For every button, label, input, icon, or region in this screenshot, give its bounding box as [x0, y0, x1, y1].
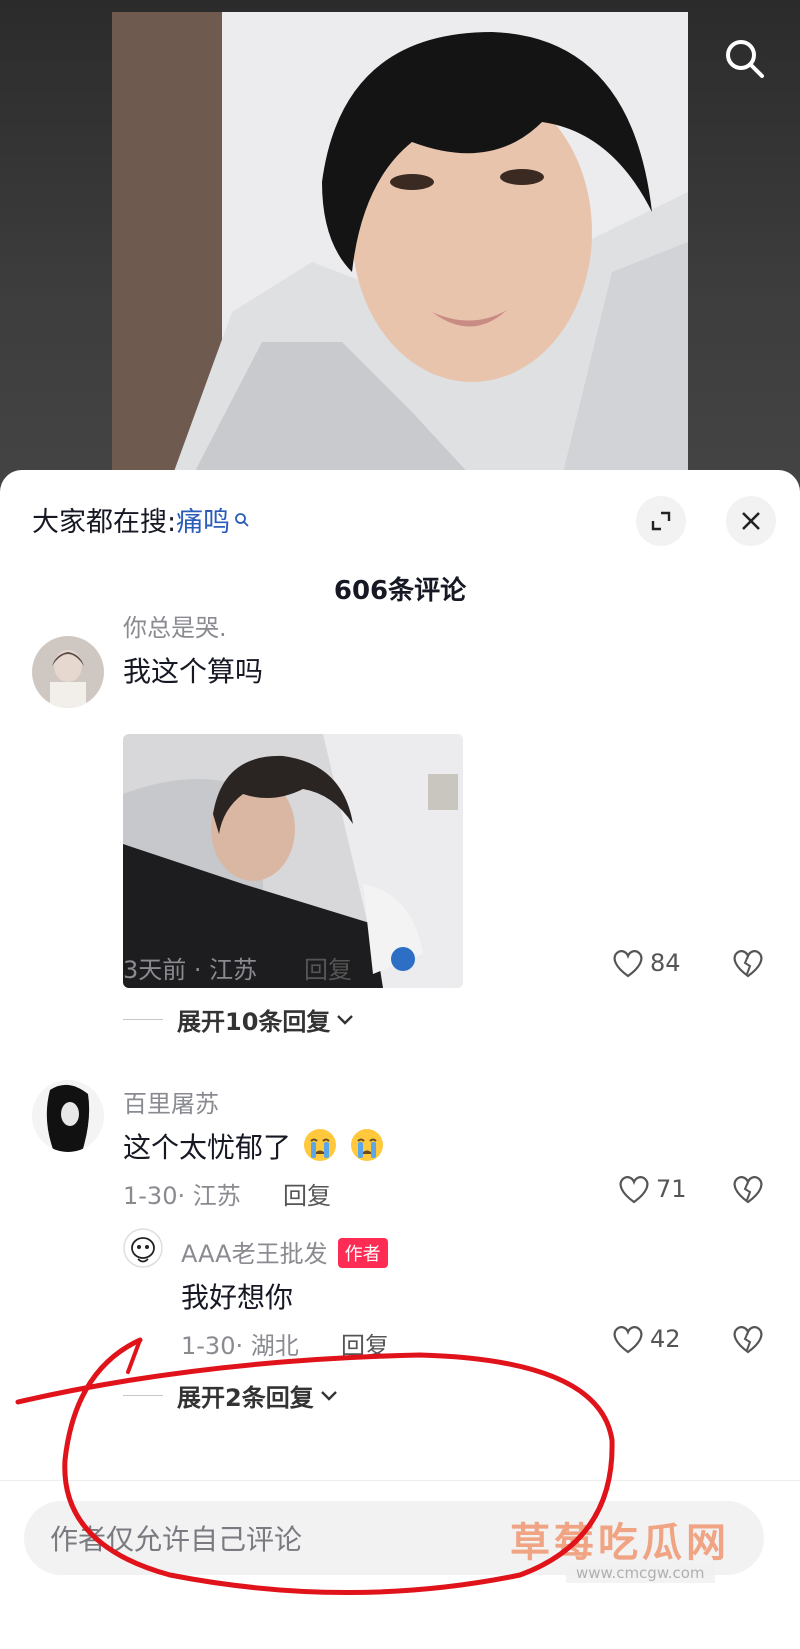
reply-button[interactable]: 回复	[341, 1326, 389, 1361]
comment-text: 这个太忧郁了	[123, 1126, 385, 1166]
comment-username[interactable]: 你总是哭.	[123, 608, 227, 643]
reply-button[interactable]: 回复	[304, 950, 352, 985]
comment-time-location: 1-30· 江苏	[123, 1182, 241, 1210]
broken-heart-icon	[733, 950, 763, 978]
dislike-button[interactable]	[732, 1324, 764, 1358]
comment-time-location: 3天前 · 江苏	[123, 956, 258, 984]
like-count: 84	[650, 949, 681, 977]
video-background	[0, 0, 800, 490]
close-icon	[742, 512, 760, 530]
crying-emoji-icon	[303, 1129, 336, 1161]
like-count: 71	[656, 1175, 687, 1203]
comment-username[interactable]: 百里屠苏	[123, 1084, 219, 1119]
comment-text-content: 这个太忧郁了	[123, 1131, 292, 1164]
like-button[interactable]: 71	[618, 1174, 687, 1204]
avatar[interactable]	[32, 636, 104, 708]
heart-icon	[613, 950, 643, 978]
expand-replies-label: 展开2条回复	[177, 1384, 314, 1412]
comment-count: 606条评论	[333, 576, 467, 606]
avatar[interactable]	[32, 1080, 104, 1152]
like-count: 42	[650, 1325, 681, 1353]
like-button[interactable]: 42	[612, 1324, 681, 1354]
crying-emoji-icon	[350, 1129, 383, 1161]
heart-icon	[613, 1326, 643, 1354]
expand-replies-button[interactable]: 展开2条回复	[123, 1378, 338, 1413]
chevron-down-icon	[337, 1014, 354, 1025]
video-photo[interactable]	[112, 12, 688, 477]
comment-sheet: 大家都在搜: 痛鸣 606条评论 你总是哭. 我这个算吗 3天前 · 江苏 回复…	[0, 470, 800, 1649]
reply-time-location: 1-30· 湖北	[181, 1332, 299, 1360]
avatar[interactable]	[123, 1228, 163, 1268]
broken-heart-icon	[733, 1176, 763, 1204]
dislike-button[interactable]	[732, 948, 764, 982]
hot-search-bar[interactable]: 大家都在搜: 痛鸣	[32, 500, 250, 539]
author-badge: 作者	[337, 1238, 388, 1268]
expand-button[interactable]	[636, 496, 686, 546]
comment-text: 我这个算吗	[123, 655, 264, 688]
dislike-button[interactable]	[732, 1174, 764, 1208]
reply-button[interactable]: 回复	[283, 1176, 331, 1211]
search-icon	[726, 40, 764, 78]
reply-username-text: AAA老王批发	[181, 1240, 328, 1268]
expand-replies-button[interactable]: 展开10条回复	[123, 1002, 354, 1037]
search-small-icon	[235, 512, 249, 527]
divider	[123, 1395, 163, 1396]
hot-search-keyword[interactable]: 痛鸣	[176, 500, 230, 539]
broken-heart-icon	[733, 1326, 763, 1354]
reply-text: 我好想你	[181, 1281, 294, 1314]
close-button[interactable]	[726, 496, 776, 546]
heart-icon	[619, 1176, 649, 1204]
reply-username[interactable]: AAA老王批发 作者	[181, 1234, 388, 1269]
chevron-down-icon	[320, 1390, 337, 1401]
watermark-url: www.cmcgw.com	[566, 1563, 715, 1583]
expand-icon	[651, 511, 671, 531]
expand-replies-label: 展开10条回复	[177, 1008, 331, 1036]
like-button[interactable]: 84	[612, 948, 681, 978]
hot-search-prefix: 大家都在搜:	[32, 507, 177, 538]
search-button[interactable]	[716, 30, 772, 86]
divider	[123, 1019, 163, 1020]
watermark: 草莓吃瓜网	[510, 1520, 730, 1566]
